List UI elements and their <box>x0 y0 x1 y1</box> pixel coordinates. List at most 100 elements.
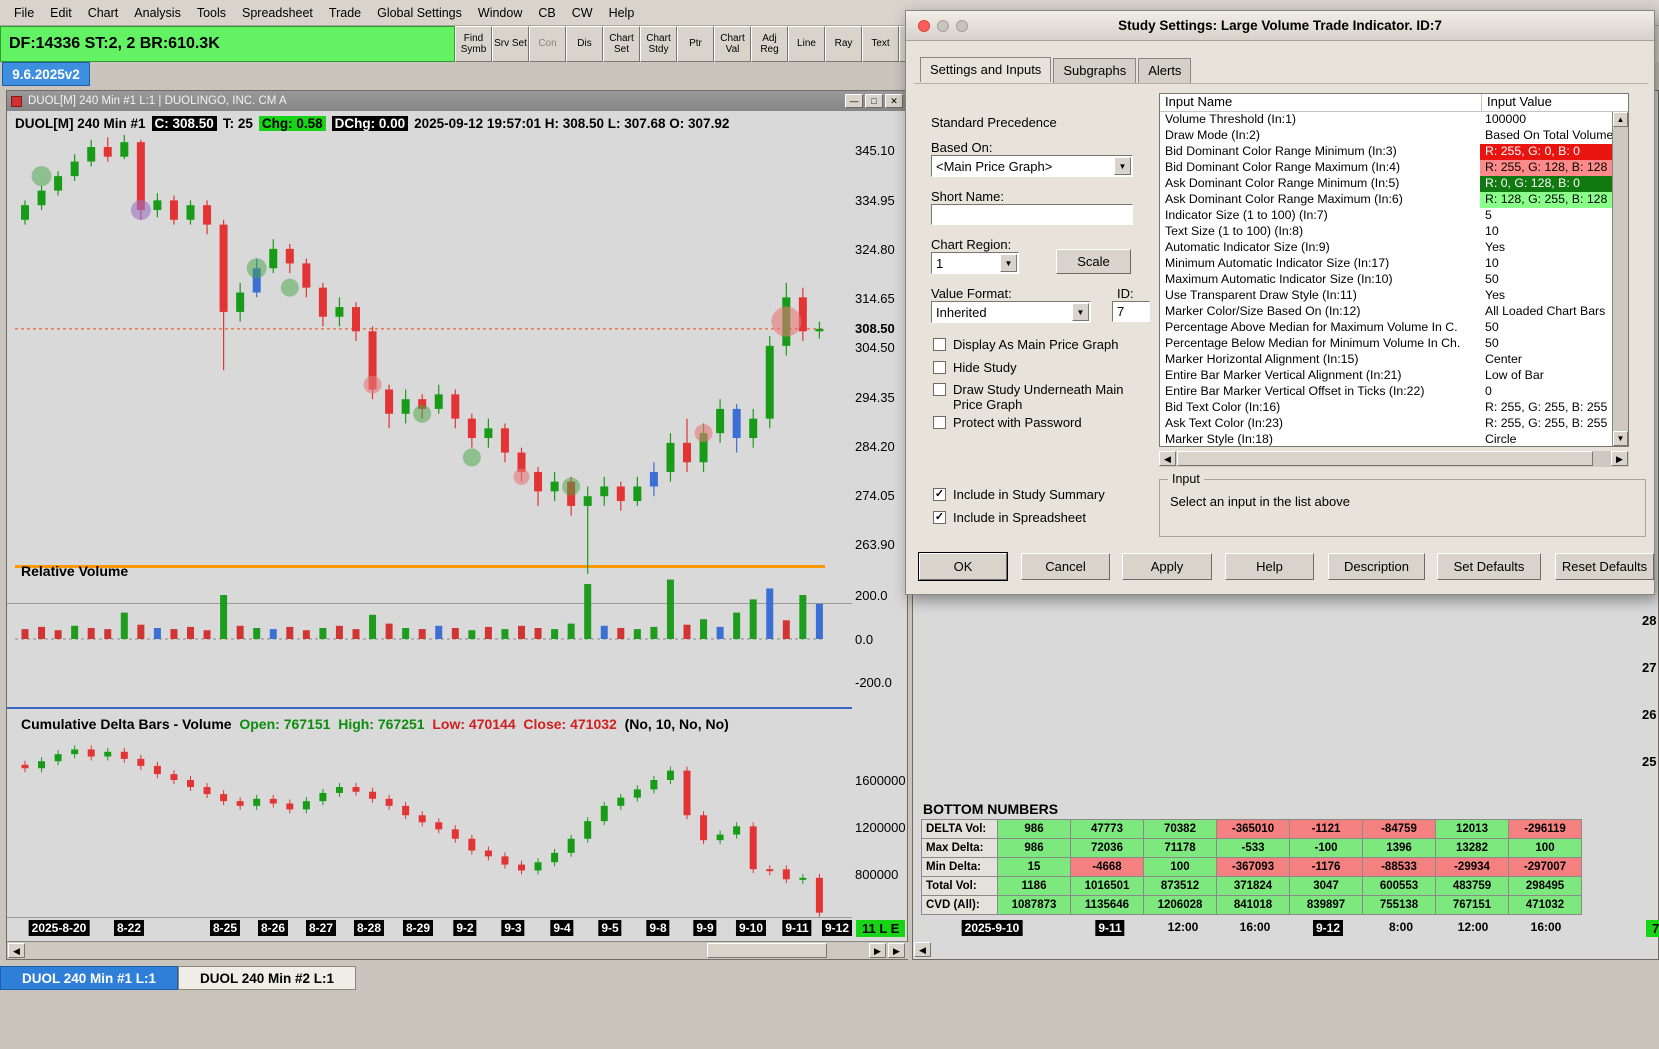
checkbox-icon[interactable] <box>933 338 946 351</box>
table-hscrollbar[interactable]: ◀ ▶ <box>1159 451 1629 467</box>
input-name-header[interactable]: Input Name <box>1160 94 1482 111</box>
input-row[interactable]: Bid Dominant Color Range Maximum (In:4) R… <box>1160 160 1612 176</box>
tab-subgraphs[interactable]: Subgraphs <box>1053 58 1137 83</box>
chartbook-tab[interactable]: 9.6.2025v2 <box>2 62 90 86</box>
toolbar-button-ptr[interactable]: Ptr <box>677 26 714 62</box>
checkbox-hide-study[interactable]: Hide Study <box>933 360 1138 375</box>
toolbar-button-line[interactable]: Line <box>788 26 825 62</box>
toolbar-button-chart-set[interactable]: Chart Set <box>603 26 640 62</box>
cd-chart-svg[interactable] <box>7 709 852 917</box>
input-row[interactable]: Ask Dominant Color Range Maximum (In:6) R… <box>1160 192 1612 208</box>
input-row[interactable]: Bid Dominant Color Range Minimum (In:3) R… <box>1160 144 1612 160</box>
input-row[interactable]: Marker Color/Size Based On (In:12) All Lo… <box>1160 304 1612 320</box>
help-button[interactable]: Help <box>1225 553 1314 580</box>
menu-item-trade[interactable]: Trade <box>321 3 369 23</box>
scroll-left-icon[interactable]: ◀ <box>8 943 25 958</box>
scroll-left-icon[interactable]: ◀ <box>1159 451 1176 466</box>
input-row[interactable]: Volume Threshold (In:1) 100000 <box>1160 112 1612 128</box>
checkbox-draw-study-underneath-main-price-graph[interactable]: Draw Study Underneath Main Price Graph <box>933 382 1138 412</box>
tab-settings-and-inputs[interactable]: Settings and Inputs <box>920 57 1052 82</box>
set-defaults-button[interactable]: Set Defaults <box>1437 553 1541 580</box>
input-row[interactable]: Entire Bar Marker Vertical Offset in Tic… <box>1160 384 1612 400</box>
input-row[interactable]: Draw Mode (In:2) Based On Total Volume <box>1160 128 1612 144</box>
chevron-down-icon[interactable]: ▼ <box>1000 254 1017 272</box>
based-on-select[interactable]: <Main Price Graph> ▼ <box>931 155 1133 177</box>
menu-item-cw[interactable]: CW <box>564 3 601 23</box>
apply-button[interactable]: Apply <box>1122 553 1212 580</box>
checkbox-protect-with-password[interactable]: Protect with Password <box>933 415 1138 430</box>
scroll-right-icon[interactable]: ▶ <box>869 943 886 958</box>
toolbar-button-chart-val[interactable]: Chart Val <box>714 26 751 62</box>
menu-item-global-settings[interactable]: Global Settings <box>369 3 470 23</box>
input-row[interactable]: Text Size (1 to 100) (In:8) 10 <box>1160 224 1612 240</box>
toolbar-button-con[interactable]: Con <box>529 26 566 62</box>
input-row[interactable]: Marker Horizontal Alignment (In:15) Cente… <box>1160 352 1612 368</box>
ok-button[interactable]: OK <box>918 552 1008 581</box>
id-input[interactable]: 7 <box>1112 301 1150 322</box>
input-row[interactable]: Indicator Size (1 to 100) (In:7) 5 <box>1160 208 1612 224</box>
input-row[interactable]: Percentage Below Median for Minimum Volu… <box>1160 336 1612 352</box>
bottom-tab-2[interactable]: DUOL 240 Min #2 L:1 <box>178 966 356 990</box>
scroll-right2-icon[interactable]: ▶ <box>888 943 905 958</box>
input-row[interactable]: Marker Style (In:18) Circle <box>1160 432 1612 446</box>
scroll-thumb[interactable] <box>707 943 827 958</box>
value-format-select[interactable]: Inherited ▼ <box>931 301 1091 323</box>
input-row[interactable]: Entire Bar Marker Vertical Alignment (In… <box>1160 368 1612 384</box>
menu-item-chart[interactable]: Chart <box>80 3 127 23</box>
scroll-down-icon[interactable]: ▼ <box>1613 431 1628 446</box>
scale-button[interactable]: Scale <box>1056 249 1131 274</box>
toolbar-button-text[interactable]: Text <box>862 26 899 62</box>
traffic-light-minimize-icon[interactable] <box>937 19 949 32</box>
menu-item-help[interactable]: Help <box>601 3 643 23</box>
input-row[interactable]: Bid Text Color (In:16) R: 255, G: 255, B:… <box>1160 400 1612 416</box>
chevron-down-icon[interactable]: ▼ <box>1114 157 1131 175</box>
toolbar-button-dis[interactable]: Dis <box>566 26 603 62</box>
scroll-up-icon[interactable]: ▲ <box>1613 112 1628 127</box>
menu-item-analysis[interactable]: Analysis <box>126 3 189 23</box>
checkbox-include-in-study-summary[interactable]: ✓ Include in Study Summary <box>933 487 1148 502</box>
rv-chart-svg[interactable] <box>7 566 852 706</box>
scroll-right-icon[interactable]: ▶ <box>1611 451 1628 466</box>
toolbar-button-srv-set[interactable]: Srv Set <box>492 26 529 62</box>
dialog-titlebar[interactable]: Study Settings: Large Volume Trade Indic… <box>906 11 1654 41</box>
bottom-tab-1[interactable]: DUOL 240 Min #1 L:1 <box>0 966 178 990</box>
chevron-down-icon[interactable]: ▼ <box>1072 303 1089 321</box>
input-row[interactable]: Use Transparent Draw Style (In:11) Yes <box>1160 288 1612 304</box>
input-row[interactable]: Minimum Automatic Indicator Size (In:17)… <box>1160 256 1612 272</box>
description-button[interactable]: Description <box>1328 553 1425 580</box>
checkbox-icon[interactable]: ✓ <box>933 488 946 501</box>
chart-titlebar[interactable]: DUOL[M] 240 Min #1 L:1 | DUOLINGO, INC. … <box>7 91 907 111</box>
checkbox-include-in-spreadsheet[interactable]: ✓ Include in Spreadsheet <box>933 510 1148 525</box>
checkbox-icon[interactable] <box>933 383 946 396</box>
chart-hscrollbar[interactable]: ◀ ▶ ▶ <box>7 941 909 959</box>
tab-alerts[interactable]: Alerts <box>1138 58 1192 83</box>
checkbox-icon[interactable] <box>933 416 946 429</box>
reset-defaults-button[interactable]: Reset Defaults <box>1555 553 1654 580</box>
toolbar-button-chart-stdy[interactable]: Chart Stdy <box>640 26 677 62</box>
toolbar-button-ray[interactable]: Ray <box>825 26 862 62</box>
table-vscrollbar[interactable]: ▲ ▼ <box>1612 112 1628 446</box>
right-scroll-left-icon[interactable]: ◀ <box>914 942 931 957</box>
checkbox-display-as-main-price-graph[interactable]: Display As Main Price Graph <box>933 337 1138 352</box>
table-hscroll-thumb[interactable] <box>1177 451 1593 466</box>
input-value-header[interactable]: Input Value <box>1482 94 1628 111</box>
input-row[interactable]: Ask Text Color (In:23) R: 255, G: 255, B:… <box>1160 416 1612 432</box>
main-chart-svg[interactable] <box>7 131 852 601</box>
input-row[interactable]: Percentage Above Median for Maximum Volu… <box>1160 320 1612 336</box>
toolbar-button-adj-reg[interactable]: Adj Reg <box>751 26 788 62</box>
menu-item-file[interactable]: File <box>6 3 42 23</box>
toolbar-button-find-symb[interactable]: Find Symb <box>455 26 492 62</box>
short-name-input[interactable] <box>931 204 1133 225</box>
chart-region-select[interactable]: 1 ▼ <box>931 252 1019 274</box>
traffic-light-close-icon[interactable] <box>918 19 930 32</box>
menu-item-spreadsheet[interactable]: Spreadsheet <box>234 3 321 23</box>
cancel-button[interactable]: Cancel <box>1021 553 1110 580</box>
menu-item-window[interactable]: Window <box>470 3 530 23</box>
checkbox-icon[interactable]: ✓ <box>933 511 946 524</box>
checkbox-icon[interactable] <box>933 361 946 374</box>
menu-item-edit[interactable]: Edit <box>42 3 80 23</box>
input-row[interactable]: Automatic Indicator Size (In:9) Yes <box>1160 240 1612 256</box>
menu-item-cb[interactable]: CB <box>530 3 563 23</box>
menu-item-tools[interactable]: Tools <box>189 3 234 23</box>
input-row[interactable]: Ask Dominant Color Range Minimum (In:5) R… <box>1160 176 1612 192</box>
